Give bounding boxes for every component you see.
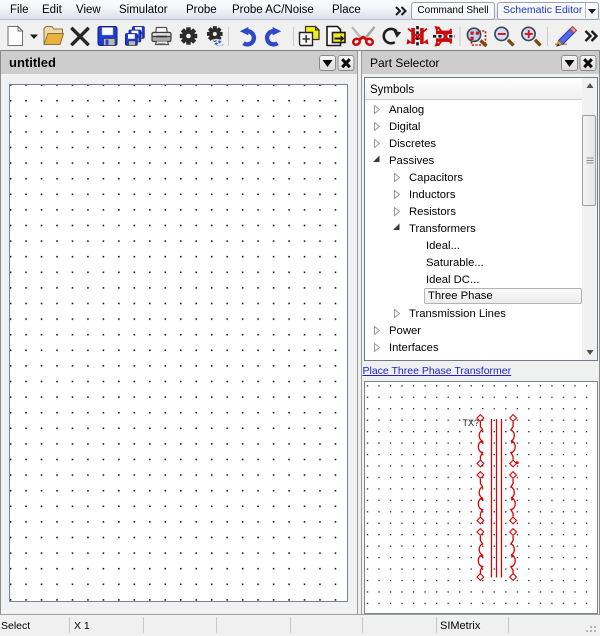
svg-text:TX?: TX?: [463, 418, 480, 428]
